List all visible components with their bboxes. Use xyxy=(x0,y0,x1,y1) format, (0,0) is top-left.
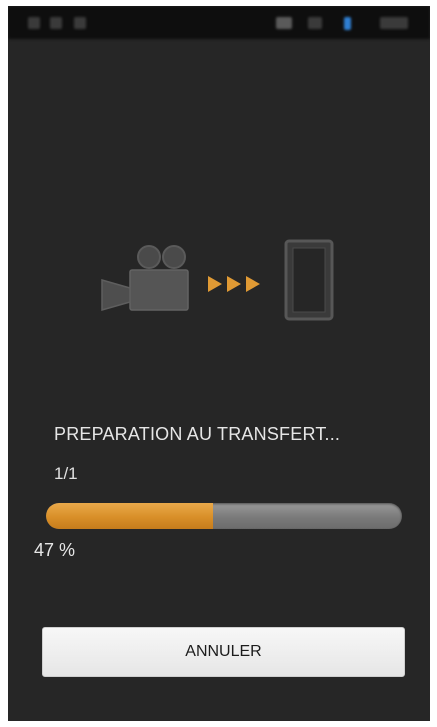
bluetooth-icon xyxy=(344,17,351,30)
battery-icon xyxy=(380,17,408,29)
notification-icon xyxy=(28,17,40,29)
transfer-graphic xyxy=(8,236,430,336)
progress-fill xyxy=(46,503,214,529)
status-bar xyxy=(8,6,430,39)
progress-percent-label: 47 % xyxy=(34,540,76,560)
progress-bar xyxy=(46,503,402,529)
app-screen: PREPARATION AU TRANSFERT... 1/1 47 % ANN… xyxy=(8,6,430,721)
smartphone-icon xyxy=(284,239,334,321)
file-counter: 1/1 xyxy=(54,464,78,483)
wifi-icon xyxy=(276,17,292,29)
cancel-button[interactable]: ANNULER xyxy=(42,627,405,677)
arrows-right-icon xyxy=(208,276,260,292)
video-camera-icon xyxy=(101,245,189,311)
transfer-status-text: PREPARATION AU TRANSFERT... xyxy=(54,424,341,444)
notification-icon xyxy=(50,17,62,29)
signal-icon xyxy=(308,17,322,29)
notification-icon xyxy=(74,17,86,29)
